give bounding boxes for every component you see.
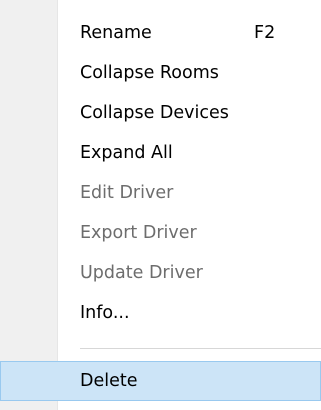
menu-item-label: Collapse Rooms <box>80 63 219 83</box>
menu-item-rename[interactable]: Rename F2 <box>0 13 321 53</box>
menu-item-label: Delete <box>80 371 138 391</box>
menu-item-label: Update Driver <box>80 263 203 283</box>
menu-item-edit-driver: Edit Driver <box>0 173 321 213</box>
menu-item-label: Edit Driver <box>80 183 174 203</box>
menu-item-label: Export Driver <box>80 223 197 243</box>
menu-item-export-driver: Export Driver <box>0 213 321 253</box>
menu-item-label: Info... <box>80 303 130 323</box>
menu-item-label: Expand All <box>80 143 173 163</box>
menu-item-collapse-devices[interactable]: Collapse Devices <box>0 93 321 133</box>
menu-item-label: Rename <box>80 23 152 43</box>
menu-item-collapse-rooms[interactable]: Collapse Rooms <box>0 53 321 93</box>
menu-item-info[interactable]: Info... <box>0 293 321 333</box>
menu-item-expand-all[interactable]: Expand All <box>0 133 321 173</box>
menu-separator <box>80 348 321 349</box>
menu-item-label: Collapse Devices <box>80 103 229 123</box>
menu-item-delete[interactable]: Delete <box>0 361 321 401</box>
shortcut-label: F2 <box>254 23 276 43</box>
menu-item-update-driver: Update Driver <box>0 253 321 293</box>
